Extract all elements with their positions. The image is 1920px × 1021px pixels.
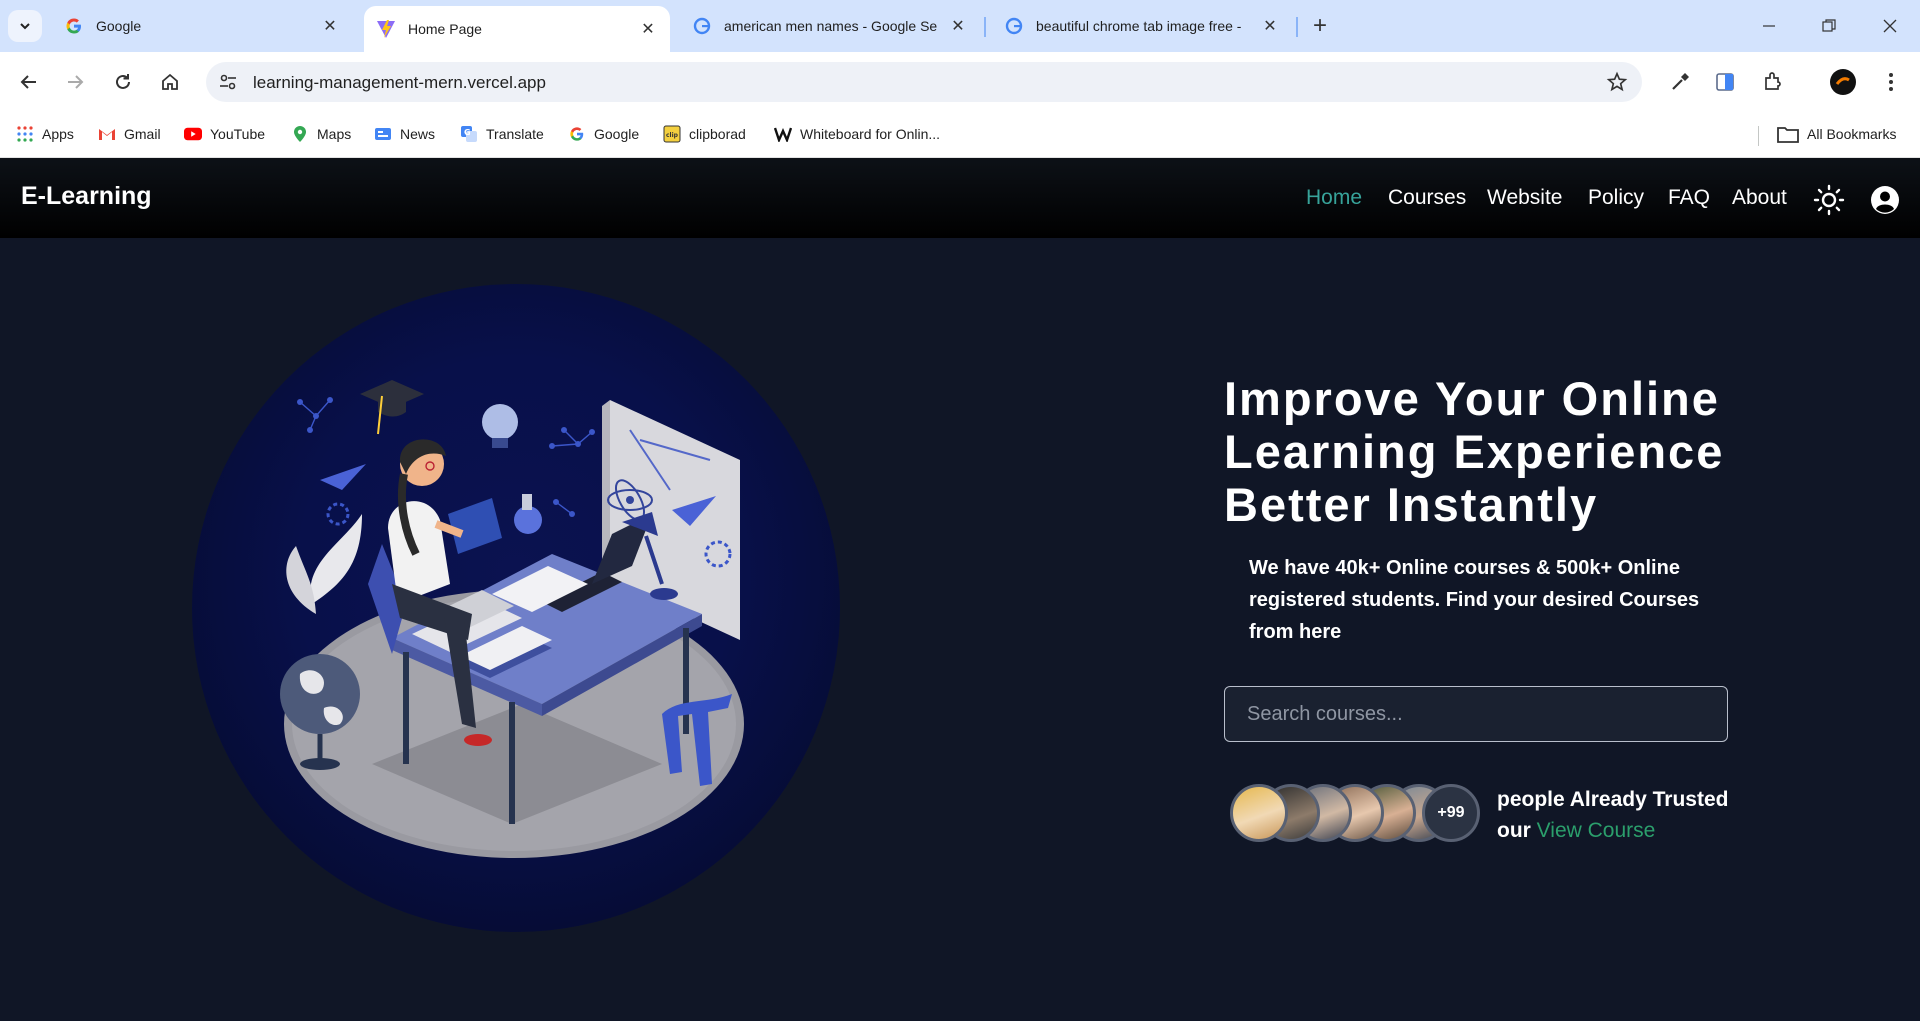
bookmark-translate[interactable]: G Translate [460,122,544,146]
bookmark-label: Apps [42,126,74,142]
close-icon[interactable]: ✕ [1260,16,1280,36]
new-tab-button[interactable]: + [1306,12,1334,40]
user-account-icon[interactable] [1870,185,1900,215]
hero-subtext: We have 40k+ Online courses & 500k+ Onli… [1249,557,1700,643]
trusted-users-avatars: +99 [1230,784,1480,844]
youtube-icon [184,125,202,143]
chevron-down-icon [20,23,30,30]
reload-button[interactable] [106,65,140,99]
profile-avatar[interactable] [1829,68,1857,96]
arrow-right-icon [68,75,84,89]
nav-link-faq[interactable]: FAQ [1668,186,1710,210]
apps-grid-icon [16,125,34,143]
vite-favicon-icon [376,19,396,39]
home-icon [162,73,178,90]
bookmark-maps[interactable]: Maps [291,122,351,146]
reload-icon [116,74,130,89]
arrow-left-icon [20,75,36,89]
google-icon [568,125,586,143]
tab-title: beautiful chrome tab image free - [1036,18,1242,34]
whiteboard-icon [774,125,792,143]
google-favicon-icon [1004,16,1024,36]
back-button[interactable] [12,65,46,99]
tab-title: american men names - Google Se [724,18,938,34]
bookmark-news[interactable]: News [374,122,435,146]
bookmark-label: YouTube [210,126,266,142]
trust-message: people Already Trusted our View Course [1497,784,1757,846]
eyedropper-extension-icon[interactable] [1666,68,1694,96]
all-bookmarks-button[interactable]: All Bookmarks [1777,122,1896,146]
bookmark-label: Maps [317,126,352,142]
bookmark-label: Translate [486,126,544,142]
bookmark-clipborad[interactable]: clip clipborad [663,122,746,146]
tab-title: Home Page [408,21,482,37]
tab-separator [984,17,986,37]
student-studying-illustration [280,380,744,858]
close-icon[interactable]: ✕ [320,16,340,36]
bookmark-star-icon[interactable] [1606,71,1628,93]
all-bookmarks-label: All Bookmarks [1807,126,1897,142]
svg-text:clip: clip [666,132,679,139]
news-icon [374,125,392,143]
forward-button[interactable] [58,65,92,99]
site-navbar: E-Learning Home Courses Website Policy F… [0,158,1920,238]
tab-separator [1296,17,1298,37]
clip-icon: clip [663,125,681,143]
google-favicon-icon [64,16,84,36]
address-bar[interactable]: learning-management-mern.vercel.app [206,62,1642,102]
site-info-icon[interactable] [218,72,238,92]
url-text[interactable]: learning-management-mern.vercel.app [253,73,546,93]
gmail-icon [98,125,116,143]
tab-beautiful-chrome[interactable]: beautiful chrome tab image free - ✕ [992,6,1292,46]
tab-american-men-names[interactable]: american men names - Google Se ✕ [680,6,980,46]
tab-google[interactable]: Google ✕ [52,6,352,46]
minimize-icon[interactable] [1754,12,1784,40]
nav-link-website[interactable]: Website [1487,186,1562,210]
sun-icon[interactable] [1813,184,1845,216]
hero-section: Improve Your Online Learning Experience … [0,238,1920,1021]
tab-title: Google [96,18,142,34]
extensions-puzzle-icon[interactable] [1759,68,1787,96]
site-brand-logo[interactable]: E-Learning [21,182,152,211]
avatar [1230,784,1288,842]
nav-link-courses[interactable]: Courses [1388,186,1466,210]
folder-icon [1777,125,1799,143]
bookmarks-bar: Apps Gmail YouTube Maps News G Translate [0,112,1920,158]
browser-toolbar: learning-management-mern.vercel.app [0,52,1920,112]
bookmark-label: Whiteboard for Onlin... [800,126,941,142]
nav-link-policy[interactable]: Policy [1588,186,1644,210]
bookmark-label: Google [594,126,640,142]
browser-tab-strip: Google ✕ Home Page ✕ american men names … [0,0,1920,52]
bookmark-label: clipborad [689,126,746,142]
bookmarks-divider [1758,126,1759,146]
bookmark-whiteboard[interactable]: Whiteboard for Onlin... [774,122,940,146]
close-window-icon[interactable] [1875,12,1905,40]
nav-link-about[interactable]: About [1732,186,1787,210]
nav-link-home[interactable]: Home [1306,186,1362,210]
bookmark-youtube[interactable]: YouTube [184,122,265,146]
view-course-link[interactable]: View Course [1537,819,1656,842]
more-menu-icon[interactable] [1877,68,1905,96]
more-users-badge: +99 [1422,784,1480,842]
google-favicon-icon [692,16,712,36]
bookmark-label: News [400,126,436,142]
close-icon[interactable]: ✕ [948,16,968,36]
home-button[interactable] [153,65,187,99]
restore-icon[interactable] [1814,12,1844,40]
tab-search-button[interactable] [8,10,42,42]
bookmark-gmail[interactable]: Gmail [98,122,161,146]
course-search-input[interactable] [1224,686,1728,742]
bookmark-apps[interactable]: Apps [16,122,74,146]
translate-icon: G [460,125,478,143]
close-icon[interactable]: ✕ [638,19,658,39]
maps-icon [291,125,309,143]
reader-extension-icon[interactable] [1711,68,1739,96]
svg-text:G: G [464,128,471,137]
tab-home-page[interactable]: Home Page ✕ [364,6,670,52]
hero-headline: Improve Your Online Learning Experience … [1224,372,1725,531]
bookmark-label: Gmail [124,126,161,142]
bookmark-google[interactable]: Google [568,122,639,146]
